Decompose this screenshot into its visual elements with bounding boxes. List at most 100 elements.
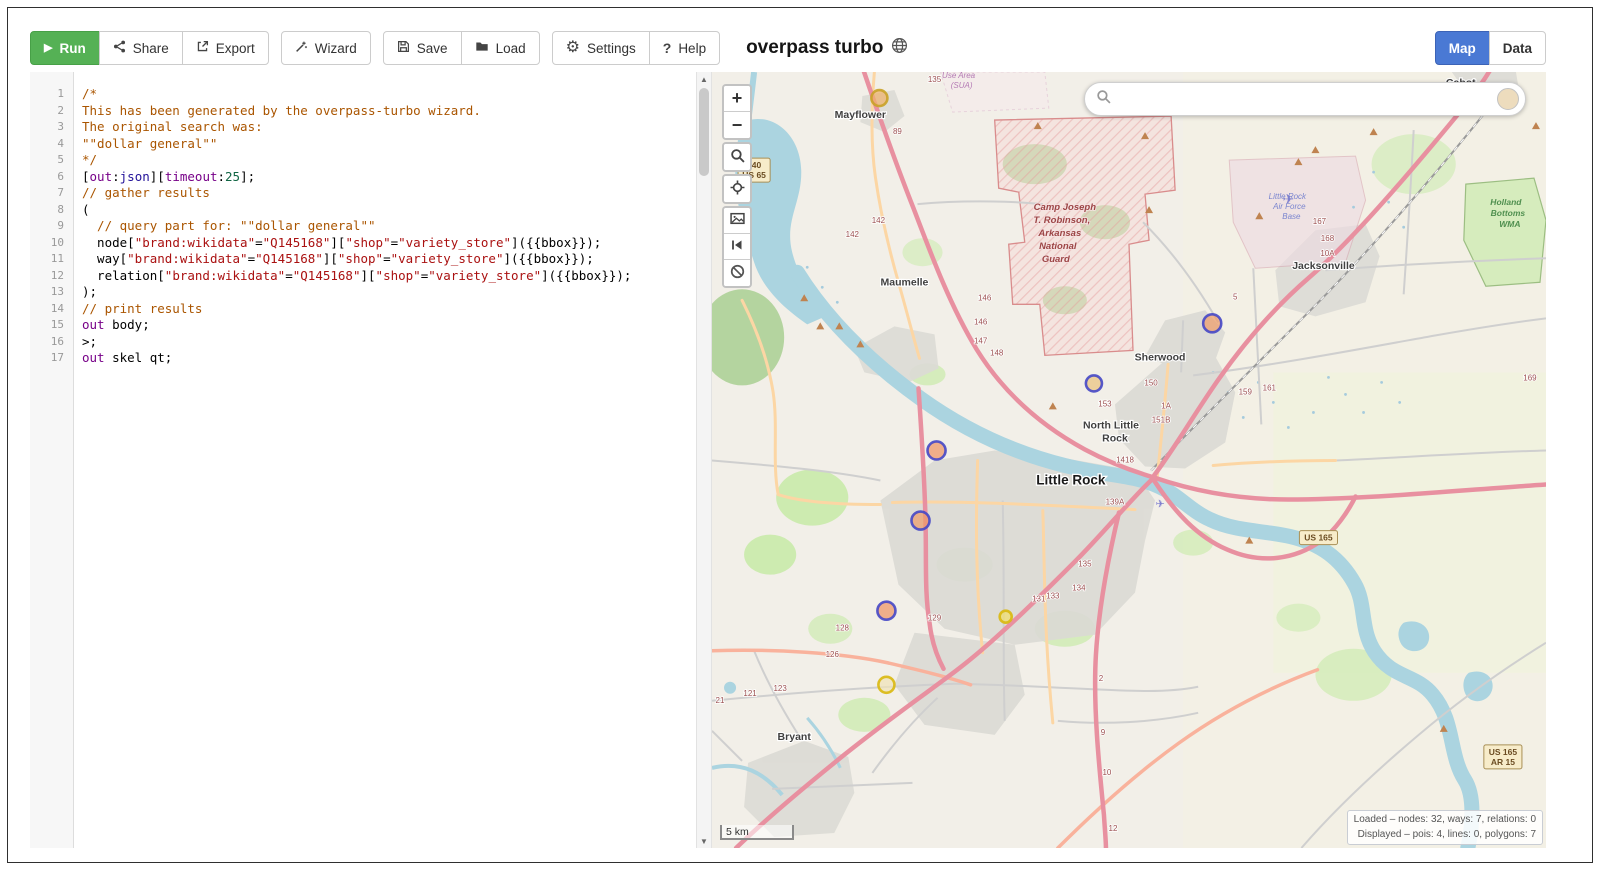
- poi-marker[interactable]: [870, 88, 889, 108]
- wizard-button[interactable]: Wizard: [280, 31, 371, 65]
- map-place-label: Camp Joseph: [1034, 202, 1097, 213]
- road-number-label: 161: [1263, 383, 1277, 392]
- code-line[interactable]: */: [82, 152, 696, 169]
- save-button[interactable]: Save: [382, 31, 462, 65]
- code-line[interactable]: This has been generated by the overpass-…: [82, 103, 696, 120]
- map-search-input[interactable]: [1119, 90, 1497, 108]
- road-number-label: 89: [893, 127, 902, 136]
- editor-gutter: 1 2 3 4 5 6 7 8 9 10 11 12 13 14 15 16 17: [30, 72, 74, 848]
- code-line[interactable]: ""dollar general"": [82, 136, 696, 153]
- map-search-button[interactable]: [724, 144, 750, 170]
- map[interactable]: ✈ ✈ I 40 US 65 US 165 US 165 AR 15 135 89 142 14…: [712, 72, 1546, 848]
- code-line[interactable]: relation["brand:wikidata"="Q145168"]["sh…: [82, 268, 696, 285]
- road-number-label: 9: [1101, 728, 1106, 737]
- poi-marker[interactable]: [1201, 313, 1223, 334]
- scroll-down-arrow-icon[interactable]: ▼: [697, 834, 711, 848]
- share-button[interactable]: Share: [98, 31, 183, 65]
- code-line[interactable]: (: [82, 202, 696, 219]
- scale-label: 5 km: [726, 826, 749, 838]
- editor-code[interactable]: /* This has been generated by the overpas…: [74, 72, 696, 848]
- map-place-label: Little Rock: [1036, 473, 1106, 488]
- road-number-label: 135: [928, 75, 942, 84]
- road-number-label: 142: [846, 230, 860, 239]
- road-number-label: 131: [1032, 595, 1046, 604]
- wizard-label: Wizard: [314, 40, 357, 56]
- zoom-in-button[interactable]: +: [724, 86, 750, 112]
- road-number-label: 153: [1098, 399, 1112, 408]
- export-icon: [196, 40, 209, 56]
- code-line[interactable]: [out:json][timeout:25];: [82, 169, 696, 186]
- help-button[interactable]: ? Help: [648, 31, 721, 65]
- poi-marker[interactable]: [910, 510, 931, 531]
- code-editor[interactable]: 1 2 3 4 5 6 7 8 9 10 11 12 13 14 15 16 17 /* This has bee…: [30, 72, 696, 848]
- road-number-label: 126: [826, 650, 840, 659]
- page-title: overpass turbo: [746, 37, 908, 60]
- poi-marker[interactable]: [877, 675, 896, 695]
- map-place-label: Mayflower: [835, 109, 886, 121]
- export-image-button[interactable]: [724, 208, 750, 234]
- page-title-text: overpass turbo: [746, 37, 884, 58]
- export-label: Export: [215, 40, 255, 56]
- poi-marker[interactable]: [876, 600, 897, 622]
- poi-marker[interactable]: [998, 609, 1014, 625]
- clear-map-button[interactable]: [724, 260, 750, 286]
- globe-icon: [891, 37, 908, 60]
- line-number: 13: [50, 285, 64, 298]
- settings-label: Settings: [586, 40, 636, 56]
- line-number: 11: [50, 252, 64, 265]
- poi-marker[interactable]: [1084, 374, 1104, 393]
- map-place-label: Arkansas: [1037, 228, 1081, 239]
- map-place-label: WMA: [1499, 219, 1520, 229]
- road-number-label: 148: [990, 348, 1004, 357]
- zoom-control: + −: [722, 84, 752, 140]
- poi-marker[interactable]: [926, 440, 947, 461]
- map-tools-control: [722, 206, 752, 288]
- editor-scrollbar[interactable]: ▲ ▼: [696, 72, 712, 848]
- code-line[interactable]: >;: [82, 334, 696, 351]
- road-number-label: 128: [836, 624, 850, 633]
- code-line[interactable]: node["brand:wikidata"="Q145168"]["shop"=…: [82, 235, 696, 252]
- geocoder-circle: [1497, 88, 1519, 110]
- road-number-label: 12: [1109, 824, 1118, 833]
- map-search-bar: [1084, 82, 1526, 116]
- line-number: 17: [50, 351, 64, 364]
- share-icon: [113, 40, 126, 56]
- line-number: 16: [50, 334, 64, 348]
- code-line[interactable]: // query part for: ""dollar general"": [82, 218, 696, 235]
- map-canvas[interactable]: ✈✈ I 40US 65US 165US 165AR 15 1358914214…: [712, 72, 1546, 848]
- scroll-up-arrow-icon[interactable]: ▲: [697, 72, 711, 86]
- map-place-label: National: [1039, 241, 1077, 252]
- map-place-label: Sherwood: [1135, 351, 1186, 363]
- zoom-out-button[interactable]: −: [724, 112, 750, 138]
- map-place-label: Bryant: [778, 731, 812, 743]
- code-line[interactable]: out skel qt;: [82, 350, 696, 367]
- code-line[interactable]: way["brand:wikidata"="Q145168"]["shop"="…: [82, 251, 696, 268]
- road-number-label: 168: [1321, 234, 1335, 243]
- settings-button[interactable]: ⚙ Settings: [551, 31, 650, 65]
- road-number-label: 150: [1144, 378, 1158, 387]
- route-shield-label: US 165: [1304, 533, 1333, 543]
- data-view-button[interactable]: Data: [1488, 31, 1546, 65]
- load-button[interactable]: Load: [460, 31, 540, 65]
- road-number-label: 5: [1233, 292, 1238, 301]
- zoom-to-data-button[interactable]: [724, 234, 750, 260]
- export-button[interactable]: Export: [181, 31, 269, 65]
- search-control: [722, 142, 752, 172]
- road-number-label: 123: [773, 684, 787, 693]
- run-button[interactable]: ▶ Run: [30, 31, 100, 65]
- line-number: 6: [57, 169, 64, 183]
- code-line[interactable]: // gather results: [82, 185, 696, 202]
- map-view-label: Map: [1448, 40, 1476, 56]
- map-view-button[interactable]: Map: [1434, 31, 1490, 65]
- code-line[interactable]: The original search was:: [82, 119, 696, 136]
- data-view-label: Data: [1502, 40, 1532, 56]
- route-shield-label: US 165: [1489, 747, 1518, 757]
- locate-button[interactable]: [724, 176, 750, 202]
- code-line[interactable]: );: [82, 284, 696, 301]
- code-line[interactable]: out body;: [82, 317, 696, 334]
- load-label: Load: [495, 40, 526, 56]
- code-line[interactable]: // print results: [82, 301, 696, 318]
- toolbar: ▶ Run Share Export Wizard Save Load ⚙ Se…: [30, 26, 1546, 70]
- scrollbar-thumb[interactable]: [699, 88, 709, 176]
- code-line[interactable]: /*: [82, 86, 696, 103]
